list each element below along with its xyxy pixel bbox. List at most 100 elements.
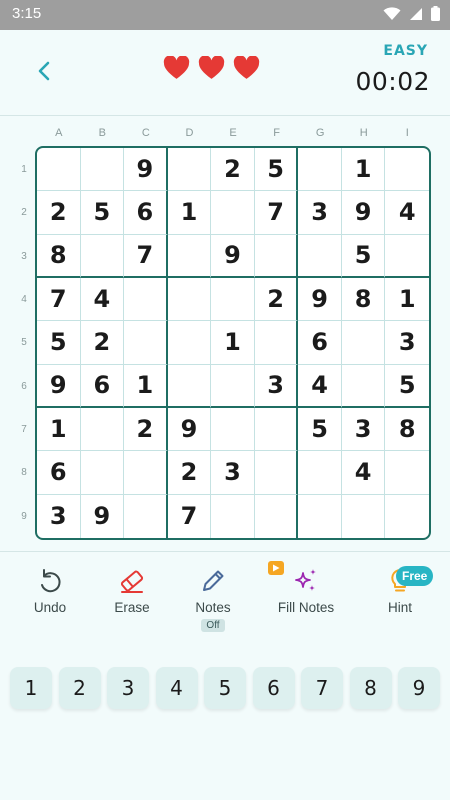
board-cell-i2[interactable]: 4 xyxy=(385,191,429,235)
board-cell-e1[interactable]: 2 xyxy=(211,148,255,192)
board-cell-f8[interactable] xyxy=(254,451,299,495)
board-cell-g8[interactable] xyxy=(298,451,342,495)
board-cell-d4[interactable] xyxy=(167,277,212,322)
board-cell-i5[interactable]: 3 xyxy=(385,321,429,365)
board-cell-i9[interactable] xyxy=(385,495,429,538)
board-cell-h6[interactable] xyxy=(341,364,386,408)
board-cell-b7[interactable] xyxy=(80,407,125,452)
board-cell-i4[interactable]: 1 xyxy=(385,278,429,322)
board-cell-b6[interactable]: 6 xyxy=(80,364,125,408)
board-cell-d5[interactable] xyxy=(167,321,212,365)
board-cell-a3[interactable]: 8 xyxy=(37,234,81,278)
number-button-3[interactable]: 3 xyxy=(107,667,149,709)
board-cell-f6[interactable]: 3 xyxy=(254,364,299,408)
board-cell-c2[interactable]: 6 xyxy=(124,191,168,235)
board-cell-b2[interactable]: 5 xyxy=(80,191,125,235)
board-cell-e7[interactable] xyxy=(211,407,255,452)
board-cell-h4[interactable]: 8 xyxy=(341,277,386,322)
board-cell-b3[interactable] xyxy=(80,234,125,278)
board-cell-a4[interactable]: 7 xyxy=(37,277,81,322)
board-cell-h9[interactable] xyxy=(342,494,386,538)
free-badge: Free xyxy=(396,566,434,586)
fill-notes-button[interactable]: Fill Notes xyxy=(261,566,351,644)
number-button-5[interactable]: 5 xyxy=(204,667,246,709)
board-cell-a8[interactable]: 6 xyxy=(37,451,81,495)
board-cell-c6[interactable]: 1 xyxy=(124,364,168,408)
board-cell-e8[interactable]: 3 xyxy=(211,451,255,495)
board-cell-c3[interactable]: 7 xyxy=(124,234,168,278)
board-cell-a7[interactable]: 1 xyxy=(37,407,81,452)
board-cell-e3[interactable]: 9 xyxy=(211,234,255,278)
board-cell-e5[interactable]: 1 xyxy=(211,321,255,365)
board-cell-f9[interactable] xyxy=(255,494,299,538)
board-cell-a9[interactable]: 3 xyxy=(37,494,81,538)
board-cell-d9[interactable]: 7 xyxy=(168,494,212,538)
board-cell-h5[interactable] xyxy=(341,321,386,365)
board-cell-h8[interactable]: 4 xyxy=(341,451,386,495)
board-cell-f7[interactable] xyxy=(254,407,299,452)
board-cell-f2[interactable]: 7 xyxy=(254,191,299,235)
wifi-icon xyxy=(383,6,401,20)
board-cell-g4[interactable]: 9 xyxy=(298,277,342,322)
board-cell-g2[interactable]: 3 xyxy=(298,191,342,235)
difficulty-label: EASY xyxy=(383,43,428,59)
notes-button[interactable]: Notes Off xyxy=(168,566,258,644)
board-cell-f5[interactable] xyxy=(254,321,299,365)
number-button-1[interactable]: 1 xyxy=(10,667,52,709)
board-cell-i3[interactable] xyxy=(385,235,429,278)
board-cell-i7[interactable]: 8 xyxy=(385,408,429,452)
erase-button[interactable]: Erase xyxy=(87,566,177,644)
number-button-4[interactable]: 4 xyxy=(155,667,198,709)
board-cell-g3[interactable] xyxy=(298,234,342,278)
board-cell-h2[interactable]: 9 xyxy=(341,191,386,235)
status-bar: 3:15 xyxy=(0,0,450,30)
board-cell-c5[interactable] xyxy=(124,321,168,365)
board-cell-h3[interactable]: 5 xyxy=(341,234,386,278)
board-cell-g7[interactable]: 5 xyxy=(298,407,342,452)
board-cell-d6[interactable] xyxy=(167,364,212,408)
board-cell-c9[interactable] xyxy=(124,494,168,538)
board-cell-g5[interactable]: 6 xyxy=(298,321,342,365)
board-cell-g1[interactable] xyxy=(298,148,342,192)
board-cell-b8[interactable] xyxy=(80,451,125,495)
board-cell-i6[interactable]: 5 xyxy=(385,365,429,408)
board-cell-e6[interactable] xyxy=(211,364,255,408)
board-cell-g9[interactable] xyxy=(298,494,342,538)
board-cell-b9[interactable]: 9 xyxy=(81,494,125,538)
board-cell-b1[interactable] xyxy=(80,148,125,192)
board-cell-a6[interactable]: 9 xyxy=(37,364,81,408)
board-cell-d8[interactable]: 2 xyxy=(167,451,212,495)
board-cell-e2[interactable] xyxy=(211,191,255,235)
board-cell-d2[interactable]: 1 xyxy=(167,191,212,235)
number-button-7[interactable]: 7 xyxy=(301,667,343,709)
undo-button[interactable]: Undo xyxy=(5,566,95,644)
board-cell-c7[interactable]: 2 xyxy=(124,407,168,452)
number-button-9[interactable]: 9 xyxy=(398,667,440,709)
board-cell-f3[interactable] xyxy=(254,234,299,278)
back-button[interactable] xyxy=(30,56,60,86)
number-button-2[interactable]: 2 xyxy=(58,667,101,709)
row-label: 4 xyxy=(21,294,27,306)
board-cell-c8[interactable] xyxy=(124,451,168,495)
board-cell-f1[interactable]: 5 xyxy=(254,148,299,192)
board-cell-c4[interactable] xyxy=(124,277,168,322)
number-button-8[interactable]: 8 xyxy=(349,667,392,709)
board-cell-h7[interactable]: 3 xyxy=(341,407,386,452)
board-cell-i1[interactable] xyxy=(385,148,429,192)
board-cell-c1[interactable]: 9 xyxy=(124,148,168,192)
board-cell-d3[interactable] xyxy=(167,234,212,278)
board-cell-b4[interactable]: 4 xyxy=(80,277,125,322)
board-cell-b5[interactable]: 2 xyxy=(80,321,125,365)
board-cell-a5[interactable]: 5 xyxy=(37,321,81,365)
board-cell-h1[interactable]: 1 xyxy=(341,148,386,192)
board-cell-a1[interactable] xyxy=(37,148,81,192)
board-cell-f4[interactable]: 2 xyxy=(254,277,299,322)
board-cell-a2[interactable]: 2 xyxy=(37,191,81,235)
board-cell-e4[interactable] xyxy=(211,277,255,322)
board-cell-g6[interactable]: 4 xyxy=(298,364,342,408)
board-cell-i8[interactable] xyxy=(385,451,429,495)
board-cell-e9[interactable] xyxy=(211,494,255,538)
board-cell-d7[interactable]: 9 xyxy=(167,407,212,452)
number-button-6[interactable]: 6 xyxy=(252,667,295,709)
board-cell-d1[interactable] xyxy=(167,148,212,192)
